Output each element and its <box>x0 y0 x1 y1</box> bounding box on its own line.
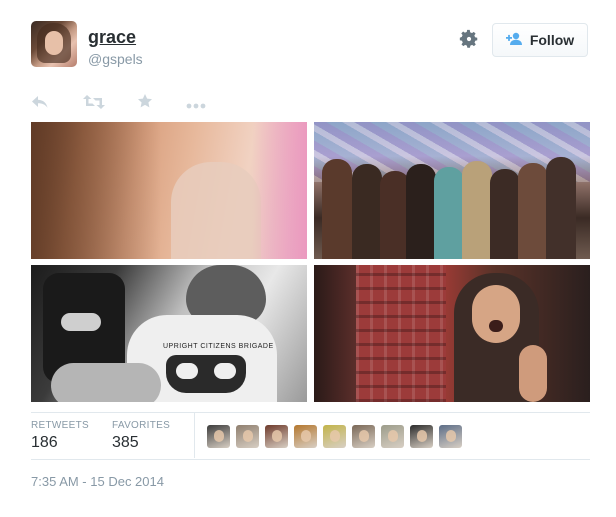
favorite-button[interactable] <box>137 93 153 114</box>
group-person <box>352 164 382 259</box>
retweet-button[interactable] <box>83 94 105 112</box>
graphic-eye <box>176 363 198 379</box>
retweet-icon <box>83 93 105 114</box>
more-button[interactable] <box>186 94 206 112</box>
user-handle[interactable]: @gspels <box>88 51 143 67</box>
avatar[interactable] <box>31 21 77 67</box>
reply-icon <box>31 93 49 114</box>
favoriter-face <box>214 430 224 442</box>
display-name[interactable]: grace <box>88 27 136 48</box>
favoriter-avatar[interactable] <box>439 425 462 448</box>
favoriter-face <box>417 430 427 442</box>
favoriter-avatar[interactable] <box>207 425 230 448</box>
favoriter-face <box>446 430 456 442</box>
photo-doorway[interactable] <box>314 265 590 402</box>
favoriter-face <box>330 430 340 442</box>
more-icon <box>186 93 206 114</box>
favoriter-avatar[interactable] <box>323 425 346 448</box>
favoriter-avatar[interactable] <box>236 425 259 448</box>
photo-shoulder <box>171 162 261 259</box>
follow-label: Follow <box>529 32 575 48</box>
gear-icon[interactable] <box>458 28 480 50</box>
group-person <box>546 157 576 259</box>
stats-divider <box>194 413 195 458</box>
group-person <box>322 159 352 259</box>
group-person <box>518 163 548 259</box>
favoriter-avatar[interactable] <box>294 425 317 448</box>
favoriter-avatar[interactable] <box>410 425 433 448</box>
photo-car-shirt[interactable]: UPRIGHT CITIZENS BRIGADE <box>31 265 307 402</box>
follow-button[interactable]: Follow <box>492 23 588 57</box>
favorites-label: FAVORITES <box>112 420 171 431</box>
star-icon <box>137 93 153 114</box>
favoriter-face <box>301 430 311 442</box>
favoriter-avatar[interactable] <box>265 425 288 448</box>
add-user-icon <box>505 32 524 49</box>
retweets-count[interactable]: 186 <box>31 434 58 452</box>
favoriter-face <box>359 430 369 442</box>
favoriter-avatar[interactable] <box>381 425 404 448</box>
favorites-count[interactable]: 385 <box>112 434 139 452</box>
photo-mouth <box>489 320 503 332</box>
favoriter-face <box>388 430 398 442</box>
seat-headrest <box>61 313 101 331</box>
photo-shadow <box>31 122 161 259</box>
photo-selfie[interactable] <box>31 122 307 259</box>
group-person <box>490 169 520 259</box>
retweets-label: RETWEETS <box>31 420 89 431</box>
photo-dog <box>51 363 161 402</box>
stats-top-divider <box>31 412 590 413</box>
favoriter-avatar[interactable] <box>352 425 375 448</box>
photo-background <box>252 122 307 259</box>
graphic-eye <box>214 363 236 379</box>
avatar-face <box>45 31 63 55</box>
favoriter-face <box>272 430 282 442</box>
stats-bottom-divider <box>31 459 590 460</box>
photo-group[interactable] <box>314 122 590 259</box>
reply-button[interactable] <box>31 94 49 112</box>
group-person <box>434 167 464 259</box>
photo-arm <box>519 345 547 402</box>
favoriter-face <box>243 430 253 442</box>
group-person <box>406 164 436 259</box>
group-person <box>462 161 492 259</box>
tweet-timestamp[interactable]: 7:35 AM - 15 Dec 2014 <box>31 474 164 489</box>
plaid-shirt <box>356 265 446 402</box>
shirt-graphic <box>166 355 246 393</box>
shirt-text: UPRIGHT CITIZENS BRIGADE <box>163 343 274 350</box>
photo-face <box>472 285 520 343</box>
